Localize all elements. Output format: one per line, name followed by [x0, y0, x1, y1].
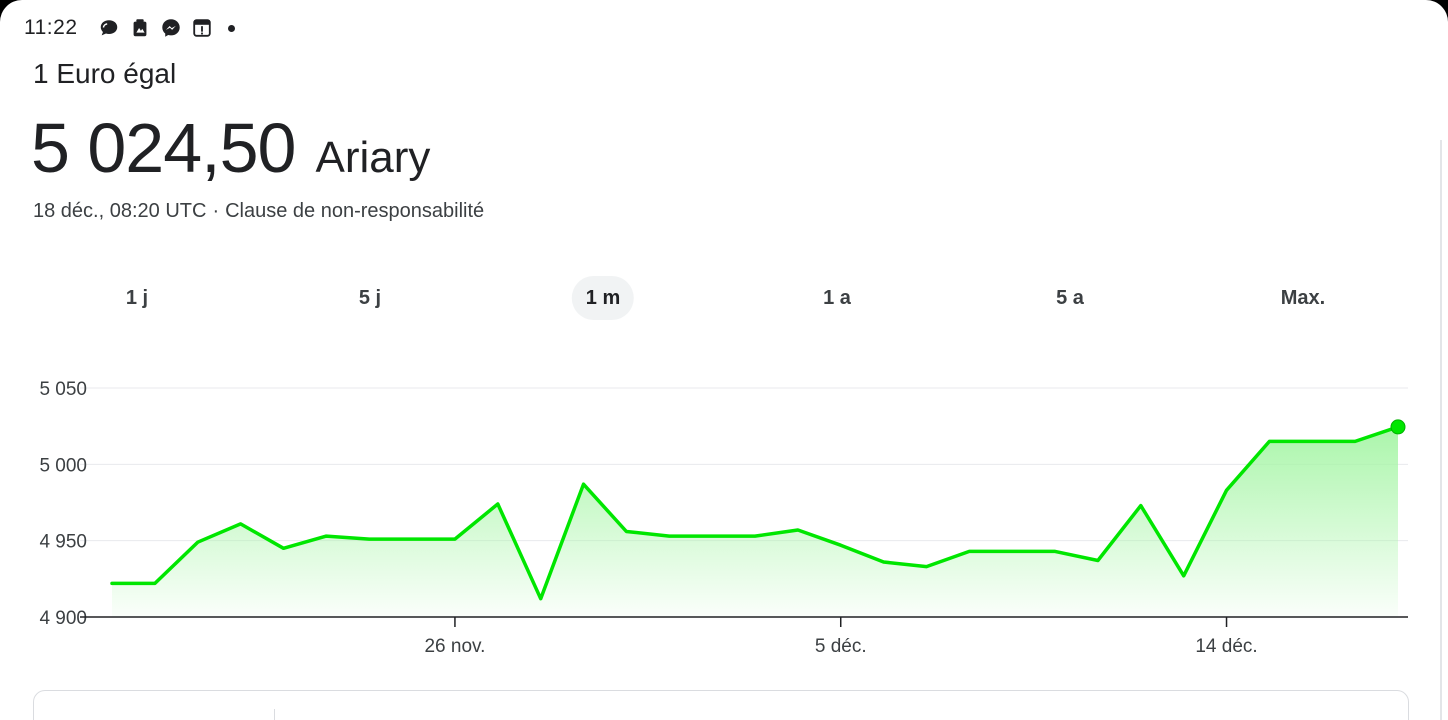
card-divider [274, 709, 275, 720]
notification-dot-icon [227, 24, 235, 32]
tab-5-days[interactable]: 5 j [345, 276, 395, 320]
status-time: 11:22 [24, 16, 78, 39]
y-tick-label: 4 950 [39, 532, 87, 553]
y-tick-label: 5 050 [39, 379, 87, 400]
screen: 11:22 1 Euro égal 5 024,50 Ariary 18 déc… [0, 0, 1448, 720]
messenger-icon [160, 17, 182, 39]
meta-separator: · [212, 200, 220, 222]
exchange-rate: 5 024,50 Ariary [31, 108, 430, 188]
x-tick-label: 5 déc. [815, 636, 867, 657]
converter-card[interactable] [33, 690, 1409, 720]
photo-icon [129, 17, 151, 39]
rate-meta: 18 déc., 08:20 UTC · Clause de non-respons… [33, 200, 484, 223]
status-bar: 11:22 [24, 14, 235, 42]
exchange-rate-chart: 4 900 4 950 5 000 5 050 26 nov. 5 déc. 14 déc. [39, 379, 1408, 657]
y-tick-label: 5 000 [39, 455, 87, 476]
tab-5-years[interactable]: 5 a [1042, 276, 1098, 320]
status-icons [98, 17, 235, 39]
tab-1-year[interactable]: 1 a [809, 276, 865, 320]
rate-timestamp: 18 déc., 08:20 UTC [33, 200, 207, 222]
x-tick-label: 14 déc. [1195, 636, 1257, 657]
chat-bubble-icon [98, 17, 120, 39]
rate-value: 5 024,50 [31, 109, 296, 187]
x-tick-label: 26 nov. [424, 636, 485, 657]
rate-currency: Ariary [315, 133, 431, 182]
tab-1-month[interactable]: 1 m [571, 276, 635, 320]
range-tabs: 1 j 5 j 1 m 1 a 5 a Max. [20, 276, 1420, 320]
tab-max[interactable]: Max. [1267, 276, 1339, 320]
last-point-marker [1390, 419, 1406, 435]
tab-1-day[interactable]: 1 j [112, 276, 162, 320]
disclaimer-link[interactable]: Clause de non-responsabilité [225, 200, 484, 222]
conversion-label: 1 Euro égal [33, 58, 177, 89]
series-area [112, 426, 1398, 617]
alert-box-icon [191, 17, 213, 39]
y-tick-label: 4 900 [39, 608, 87, 629]
